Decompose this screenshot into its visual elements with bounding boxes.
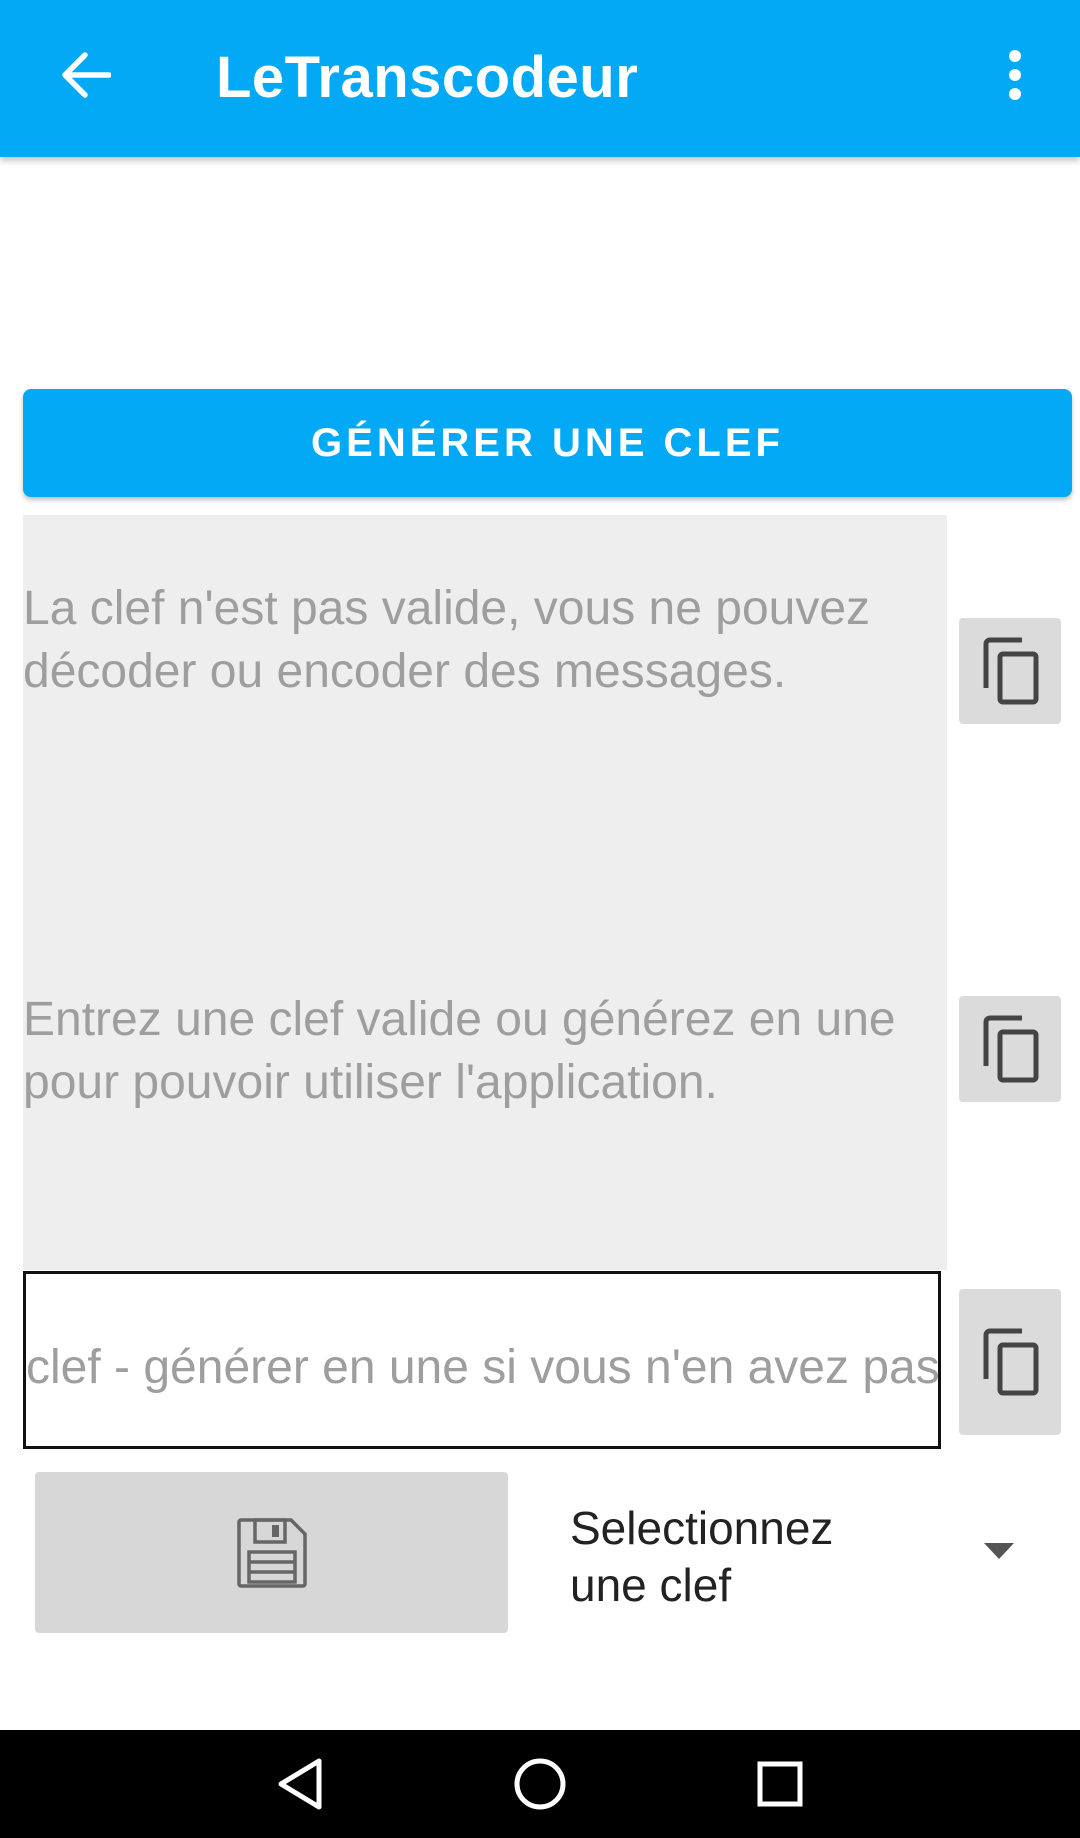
copy-key-button[interactable] xyxy=(959,1289,1061,1435)
invalid-key-message[interactable]: La clef n'est pas valide, vous ne pouvez… xyxy=(23,577,923,703)
nav-recent-icon xyxy=(757,1761,803,1807)
nav-back-icon xyxy=(278,1758,322,1810)
system-nav-bar xyxy=(0,1730,1080,1838)
copy-icon xyxy=(983,1328,1039,1396)
save-key-button[interactable] xyxy=(35,1472,508,1633)
nav-recent-button[interactable] xyxy=(720,1730,840,1838)
save-icon xyxy=(236,1517,307,1588)
back-button[interactable] xyxy=(50,40,120,110)
overflow-menu-button[interactable] xyxy=(990,40,1040,110)
nav-home-button[interactable] xyxy=(480,1730,600,1838)
copy-message-1-button[interactable] xyxy=(959,618,1061,724)
copy-icon xyxy=(983,1015,1039,1083)
more-vert-icon xyxy=(1009,50,1021,100)
key-select-dropdown[interactable]: Selectionnez une clef xyxy=(540,1480,1040,1630)
key-input[interactable] xyxy=(26,1339,938,1395)
key-input-box xyxy=(23,1271,941,1449)
dropdown-arrow-icon xyxy=(984,1543,1014,1559)
nav-back-button[interactable] xyxy=(240,1730,360,1838)
generate-key-button[interactable]: GÉNÉRER UNE CLEF xyxy=(23,389,1072,497)
enter-key-message[interactable]: Entrez une clef valide ou générez en une… xyxy=(23,988,923,1114)
key-select-value: Selectionnez une clef xyxy=(570,1502,834,1611)
copy-icon xyxy=(983,637,1039,705)
copy-message-2-button[interactable] xyxy=(959,996,1061,1102)
arrow-back-icon xyxy=(62,52,111,98)
app-title: LeTranscodeur xyxy=(216,45,639,110)
app-bar: LeTranscodeur xyxy=(0,0,1080,157)
nav-home-icon xyxy=(514,1758,566,1810)
